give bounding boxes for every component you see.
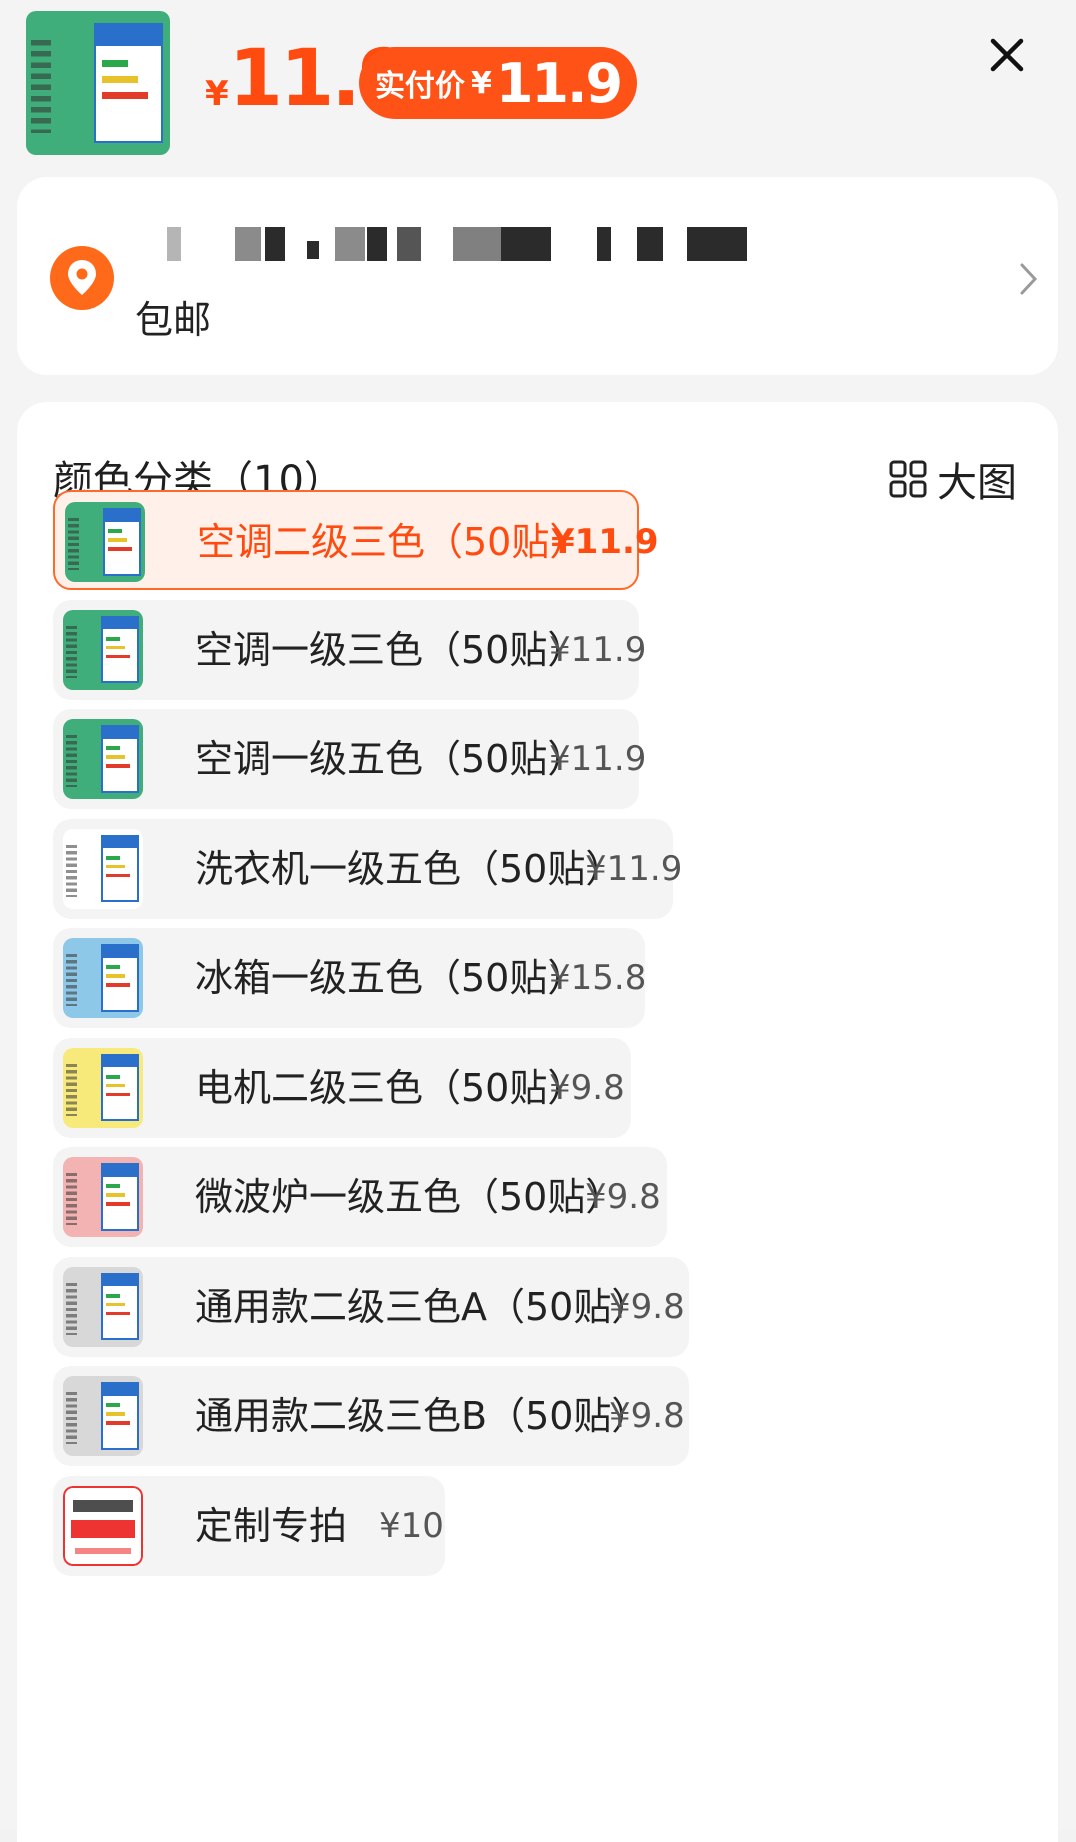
- chevron-right-icon[interactable]: [1017, 259, 1041, 299]
- sku-option-price: ¥9.8: [609, 1396, 685, 1436]
- sku-option-price: ¥9.8: [549, 1067, 625, 1108]
- location-pin-icon: [49, 245, 115, 311]
- currency-symbol: ¥: [205, 74, 229, 114]
- sku-option-name: 通用款二级三色A（50贴）: [195, 1284, 650, 1329]
- sku-thumbnail: [63, 938, 143, 1018]
- sku-thumbnail: [63, 609, 143, 690]
- grid-icon: [889, 460, 927, 498]
- sku-option[interactable]: 冰箱一级五色（50贴） ¥15.8: [53, 928, 647, 1028]
- sku-thumbnail: [63, 719, 143, 799]
- actual-pay-currency: ¥: [470, 65, 492, 101]
- sku-thumbnail: [65, 502, 145, 582]
- shipping-free-label: 包邮: [135, 298, 212, 342]
- sku-thumbnail: [63, 1376, 143, 1456]
- sku-option-name: 空调一级五色（50贴）: [195, 737, 586, 781]
- sku-option-name: 定制专拍: [195, 1503, 348, 1548]
- actual-pay-value: 11.9: [495, 51, 623, 115]
- sku-option[interactable]: 洗衣机一级五色（50贴） ¥11.9: [53, 818, 682, 919]
- sku-thumbnail: [63, 1157, 143, 1237]
- sku-option-name: 通用款二级三色B（50贴）: [195, 1394, 650, 1438]
- address-redacted: [167, 227, 887, 263]
- sku-option[interactable]: 微波炉一级五色（50贴） ¥9.8: [53, 1147, 667, 1247]
- sku-option-name: 空调二级三色（50贴）: [197, 520, 588, 564]
- sku-option-price: ¥11.9: [549, 629, 647, 670]
- actual-pay-badge: 实付价 ¥ 11.9: [359, 47, 637, 119]
- big-view-label: 大图: [937, 460, 1017, 506]
- sku-option-price: ¥9.8: [609, 1286, 685, 1327]
- sku-option[interactable]: 电机二级三色（50贴） ¥9.8: [53, 1037, 631, 1138]
- sku-thumbnail: [63, 828, 143, 909]
- sku-option-price: ¥15.8: [549, 958, 647, 998]
- sku-option-name: 冰箱一级五色（50贴）: [195, 956, 586, 1000]
- options-card: 颜色分类（10） 大图 空调二级三色（50贴） ¥11.9 空调一级三色（50贴） ¥…: [17, 402, 1058, 1842]
- sku-option[interactable]: 空调一级三色（50贴） ¥11.9: [53, 599, 646, 700]
- sku-option-price: ¥11.9: [551, 522, 659, 562]
- sku-thumbnail: [63, 1266, 143, 1347]
- sku-option-name: 洗衣机一级五色（50贴）: [195, 846, 624, 891]
- sku-thumbnail: [63, 1485, 143, 1566]
- sku-sheet: ¥11.9 实付价 ¥ 11.9 包邮 颜色分类（10） 大图 空调二级三色（5…: [0, 0, 1076, 1842]
- sku-option[interactable]: 通用款二级三色B（50贴） ¥9.8: [53, 1366, 689, 1466]
- actual-pay-label: 实付价: [374, 69, 465, 104]
- sku-option-price: ¥9.8: [585, 1177, 661, 1217]
- big-view-toggle[interactable]: 大图: [889, 454, 1017, 506]
- sku-option-price: ¥11.9: [585, 848, 683, 889]
- address-card[interactable]: 包邮: [17, 177, 1058, 375]
- sku-thumbnail: [63, 1047, 143, 1128]
- sku-option[interactable]: 定制专拍 ¥10: [53, 1475, 445, 1576]
- sku-option-name: 空调一级三色（50贴）: [195, 627, 586, 672]
- sheet-header: ¥11.9 实付价 ¥ 11.9: [0, 0, 1076, 170]
- sku-option-price: ¥10: [379, 1505, 444, 1546]
- sku-option[interactable]: 空调一级五色（50贴） ¥11.9: [53, 709, 646, 809]
- sku-option-name: 电机二级三色（50贴）: [195, 1065, 586, 1110]
- sku-option-name: 微波炉一级五色（50贴）: [195, 1175, 624, 1219]
- sku-option-price: ¥11.9: [549, 739, 647, 779]
- sku-option[interactable]: 通用款二级三色A（50贴） ¥9.8: [53, 1256, 689, 1357]
- sku-option[interactable]: 空调二级三色（50贴） ¥11.9: [53, 490, 659, 590]
- close-icon[interactable]: [982, 30, 1032, 80]
- energy-label-thumbnail[interactable]: [26, 11, 170, 155]
